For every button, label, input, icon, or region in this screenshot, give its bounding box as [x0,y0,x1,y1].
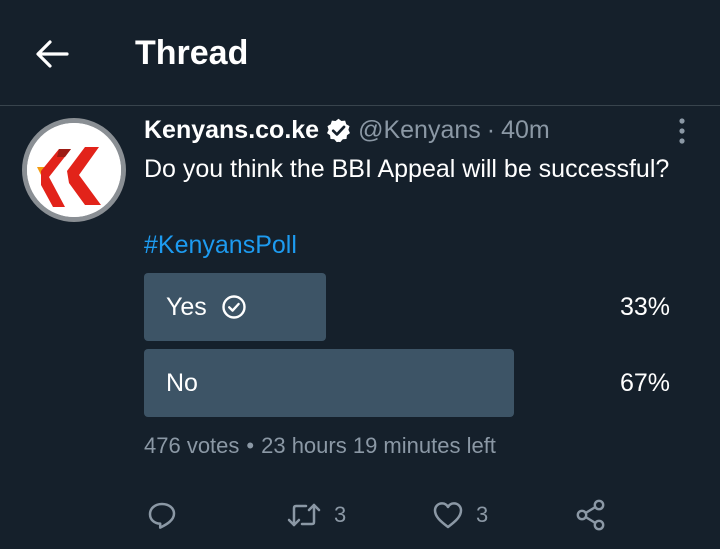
retweet-count: 3 [334,502,347,527]
tweet-text: Do you think the BBI Appeal will be succ… [144,155,670,183]
separator-dot: · [486,115,496,144]
poll-percent-yes: 33% [619,292,670,321]
like-button[interactable]: 3 [432,494,488,536]
share-button[interactable] [574,494,608,536]
page-title: Thread [135,34,249,72]
poll-label-yes: Yes [166,273,247,341]
retweet-icon [287,503,321,527]
more-options-button[interactable] [664,113,700,149]
poll-percent-no: 67% [619,368,670,397]
user-handle[interactable]: @Kenyans [358,116,481,145]
display-name[interactable]: Kenyans.co.ke [144,116,319,145]
poll-option-label: No [166,368,198,397]
poll-time-left: 23 hours 19 minutes left [261,433,496,458]
poll-label-no: No [166,349,198,417]
reply-icon [148,502,176,529]
retweet-button[interactable]: 3 [286,494,346,536]
kenyans-logo [27,123,121,217]
hashtag-link[interactable]: #KenyansPoll [144,226,297,264]
check-circle-icon [221,294,247,320]
avatar[interactable] [22,118,126,222]
poll-option-label: Yes [166,292,207,321]
poll-option-yes[interactable]: Yes 33% [144,273,684,341]
poll-bar-no [144,349,514,417]
reply-button[interactable] [146,494,178,536]
meta-bullet: • [246,433,255,458]
poll-meta: 476 votes • 23 hours 19 minutes left [144,430,496,462]
back-button[interactable] [30,32,74,76]
vote-count: 476 votes [144,433,240,458]
arrow-left-icon [36,40,69,68]
thread-header: Thread [0,0,720,106]
more-vertical-icon [679,118,685,144]
share-icon [576,499,605,531]
verified-badge-icon [325,117,352,144]
tweet-header: Kenyans.co.ke @Kenyans · 40m [144,113,550,147]
heart-icon [433,502,463,529]
poll-option-no[interactable]: No 67% [144,349,684,417]
like-count: 3 [476,502,489,527]
tweet-timestamp[interactable]: 40m [501,116,550,145]
